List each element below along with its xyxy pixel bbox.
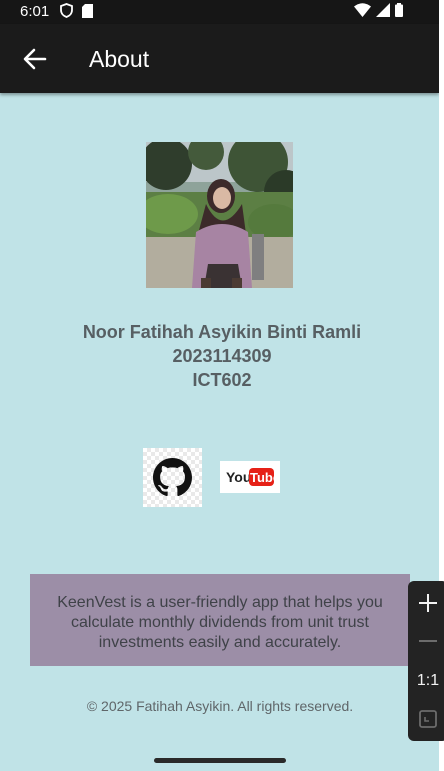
top-app-bar: About — [0, 24, 439, 93]
wifi-icon — [354, 3, 371, 17]
status-bar: 6:01 — [0, 0, 439, 24]
copyright-footer: © 2025 Fatihah Asyikin. All rights reser… — [86, 698, 354, 714]
zoom-in-button[interactable] — [408, 585, 444, 621]
youtube-logo-you: You — [226, 469, 251, 485]
app-description-text: KeenVest is a user-friendly app that hel… — [57, 594, 383, 651]
github-link-button[interactable] — [143, 448, 202, 507]
status-left-icons — [60, 3, 93, 18]
status-time: 6:01 — [20, 3, 50, 20]
youtube-link-button[interactable]: You Tube — [220, 461, 280, 493]
student-identity: Noor Fatihah Asyikin Binti Ramli 2023114… — [0, 320, 439, 392]
emulator-zoom-controls: 1:1 — [408, 581, 444, 741]
course-code: ICT602 — [192, 370, 252, 390]
fit-screen-icon — [419, 710, 437, 728]
github-icon — [153, 458, 192, 497]
page-title: About — [89, 46, 150, 72]
zoom-out-button[interactable] — [408, 623, 444, 659]
shield-icon — [60, 3, 73, 18]
app-screen: 6:01 About Noor Fatihah Asyikin Binti Ra… — [0, 0, 439, 771]
battery-icon — [395, 3, 403, 17]
youtube-logo-tube: Tube — [250, 470, 280, 485]
profile-photo-illustration — [146, 142, 293, 288]
youtube-logo: You Tube — [226, 468, 280, 486]
actual-size-label: 1:1 — [416, 672, 440, 689]
fit-screen-button[interactable] — [408, 701, 444, 737]
home-indicator[interactable] — [154, 758, 286, 763]
student-id: 2023114309 — [172, 346, 272, 366]
back-button[interactable] — [20, 44, 50, 74]
cell-signal-icon — [376, 3, 390, 17]
actual-size-button[interactable]: 1:1 — [408, 663, 444, 699]
student-name: Noor Fatihah Asyikin Binti Ramli — [82, 322, 362, 342]
app-description-card: KeenVest is a user-friendly app that hel… — [30, 574, 410, 666]
status-right-icons — [354, 3, 403, 17]
plus-icon — [419, 594, 437, 612]
arrow-left-icon — [23, 48, 47, 70]
profile-photo — [146, 142, 293, 288]
minus-icon — [419, 640, 437, 642]
sd-card-icon — [82, 3, 93, 18]
